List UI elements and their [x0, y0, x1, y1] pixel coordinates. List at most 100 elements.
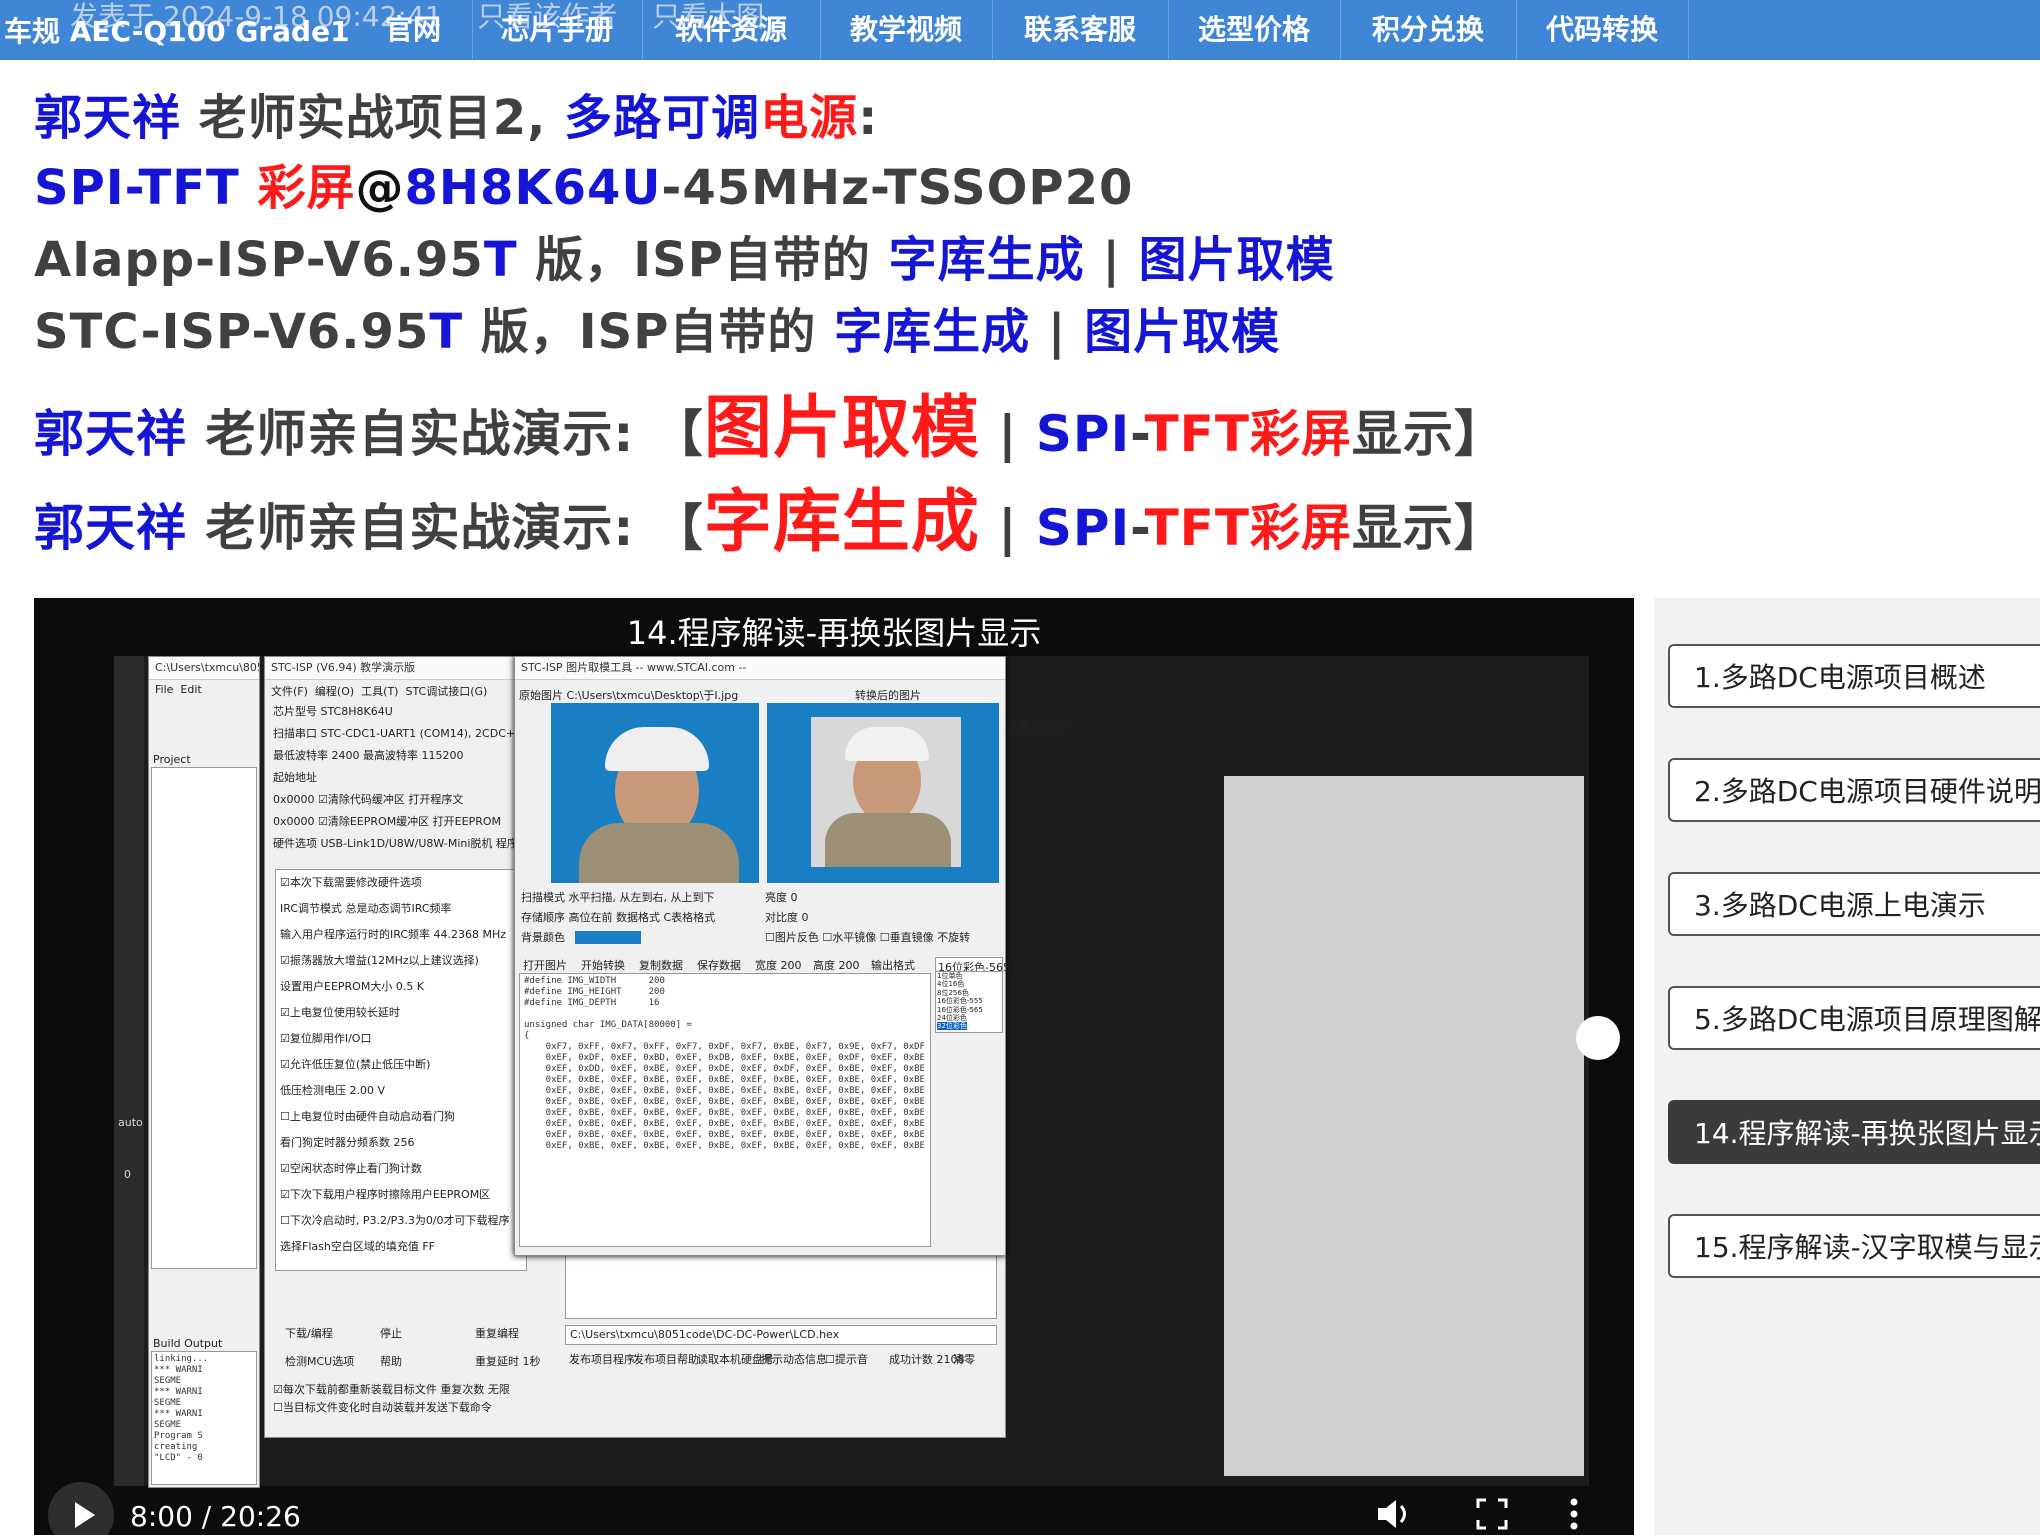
auto-label: auto	[118, 1116, 143, 1129]
image-tool-button[interactable]: 开始转换	[581, 957, 625, 973]
isp-option-row: ☑上电复位使用较长延时	[280, 1006, 400, 1019]
color-screen-link[interactable]: 彩屏	[257, 160, 355, 216]
isp-option-row: ☑振荡器放大增益(12MHz以上建议选择)	[280, 954, 479, 967]
isp-option-row: ☑复位脚用作I/O口	[280, 1032, 372, 1045]
format-option[interactable]: 1位单色	[937, 972, 962, 980]
image-tool-setting-row: 背景颜色	[521, 931, 565, 944]
isp-button[interactable]: ☑每次下载前都重新装载目标文件 重复次数 无限	[273, 1381, 510, 1397]
headline-text: -45MHz-TSSOP20	[661, 160, 1134, 216]
image-mod-link[interactable]: 图片取模	[1084, 304, 1280, 360]
headline-text: AIapp-ISP-V6.95	[34, 232, 484, 288]
fullscreen-button[interactable]	[1474, 1496, 1510, 1535]
isp-option-row: 输入用户程序运行时的IRC频率 44.2368 MHz	[280, 928, 507, 941]
log-button[interactable]: 发布项目帮助	[633, 1351, 699, 1367]
power-link[interactable]: 电源	[760, 90, 858, 146]
teacher-link[interactable]: 郭天祥	[34, 499, 187, 557]
headline-text: |	[979, 405, 1036, 463]
output-format-dropdown[interactable]: 1位单色 4位16色 8位256色 16位彩色-555 16位彩色-565 24位彩色 32…	[935, 971, 1003, 1033]
isp-button[interactable]: 下载/编程	[285, 1325, 333, 1341]
original-image-label: 原始图片 C:\Users\txmcu\Desktop\于I.jpg	[519, 689, 739, 702]
format-option[interactable]: 8位256色	[937, 989, 969, 997]
nav-item-software[interactable]: 软件资源	[642, 0, 821, 60]
isp-button[interactable]: 检测MCU选项	[285, 1353, 354, 1369]
isp-option-row: 低压检测电压 2.00 V	[280, 1084, 386, 1097]
camera-shutter-button[interactable]	[1576, 1016, 1620, 1060]
image-tool-button[interactable]: 宽度 200	[755, 957, 802, 973]
ide-menu: File Edit	[155, 683, 202, 696]
chip-link[interactable]: 8H8K64U	[404, 160, 661, 216]
image-tool-button[interactable]: 输出格式	[871, 957, 915, 973]
teacher-link[interactable]: 郭天祥	[34, 405, 187, 463]
nav-item-official[interactable]: 官网	[354, 0, 473, 60]
format-option[interactable]: 32位彩色	[937, 1022, 967, 1031]
isp-button[interactable]: 帮助	[380, 1353, 402, 1369]
background-color-swatch[interactable]	[575, 931, 641, 944]
isp-option-row: IRC调节模式 总是动态调节IRC频率	[280, 902, 452, 915]
spi-link[interactable]: SPI	[1036, 499, 1130, 557]
nav-item-support[interactable]: 联系客服	[992, 0, 1169, 60]
playlist-item[interactable]: 3.多路DC电源上电演示	[1668, 872, 2040, 936]
isp-setting-row: 最低波特率 2400 最高波特率 115200	[273, 749, 464, 762]
image-tool-button[interactable]: 高度 200	[813, 957, 860, 973]
playlist-item[interactable]: 15.程序解读-汉字取模与显示	[1668, 1214, 2040, 1278]
project-link[interactable]: 多路可调	[564, 90, 760, 146]
isp-button[interactable]: 重复编程	[475, 1325, 519, 1341]
format-option[interactable]: 4位16色	[937, 980, 964, 988]
image-mod-demo-link[interactable]: 图片取模	[704, 389, 980, 468]
video-frame: C:\Users\txmcu\805 File Edit Project Bui…	[114, 656, 1620, 1488]
playlist-item[interactable]: 5.多路DC电源项目原理图解...	[1668, 986, 2040, 1050]
image-tool-button[interactable]: 打开图片	[523, 957, 567, 973]
nav-item-pricing[interactable]: 选型价格	[1168, 0, 1341, 60]
font-gen-demo-link[interactable]: 字库生成	[704, 483, 980, 562]
tft-link[interactable]: TFT彩屏	[1145, 499, 1352, 557]
more-options-button[interactable]	[1566, 1494, 1582, 1535]
headline-text: |	[979, 499, 1036, 557]
format-option[interactable]: 16位彩色-565	[937, 1006, 983, 1014]
isp-setting-row: 扫描串口 STC-CDC1-UART1 (COM14), 2CDC+H	[273, 727, 524, 740]
converted-image-label: 转换后的图片	[855, 689, 921, 702]
isp-setting-row: 0x0000 ☑清除代码缓冲区 打开程序文	[273, 793, 464, 806]
ide-title: C:\Users\txmcu\805	[149, 657, 259, 680]
zero-label: 0	[124, 1168, 131, 1181]
ide-log: linking... *** WARNI SEGME *** WARNI SEG…	[154, 1354, 209, 1463]
log-button[interactable]: ☐提示音	[825, 1351, 868, 1367]
image-tool-button[interactable]: 保存数据	[697, 957, 741, 973]
image-mod-link[interactable]: 图片取模	[1139, 232, 1335, 288]
isp-button[interactable]: 停止	[380, 1325, 402, 1341]
log-button[interactable]: 提示动态信息	[761, 1351, 827, 1367]
video-player[interactable]: 14.程序解读-再换张图片显示 C:\Users\txmcu\805 File …	[34, 598, 1634, 1535]
isp-button[interactable]: ☐当目标文件变化时自动装载并发送下载命令	[273, 1399, 492, 1415]
isp-hex-path: C:\Users\txmcu\8051code\DC-DC-Power\LCD.…	[565, 1325, 997, 1345]
headline-6: 郭天祥 老师亲自实战演示: 【字库生成 | SPI-TFT彩屏显示】	[34, 466, 1505, 565]
nav-item-chip-manual[interactable]: 芯片手册	[472, 0, 643, 60]
isp-option-row: ☑允许低压复位(禁止低压中断)	[280, 1058, 431, 1071]
playlist-item[interactable]: 1.多路DC电源项目概述	[1668, 644, 2040, 708]
headline-text: 老师实战项目2,	[181, 90, 565, 146]
format-option[interactable]: 24位彩色	[937, 1014, 967, 1022]
nav-item-points[interactable]: 积分兑换	[1340, 0, 1517, 60]
teacher-link[interactable]: 郭天祥	[34, 90, 181, 146]
log-button[interactable]: 清零	[953, 1351, 975, 1367]
format-option[interactable]: 16位彩色-555	[937, 997, 983, 1005]
volume-icon	[1378, 1500, 1406, 1528]
volume-button[interactable]	[1374, 1496, 1414, 1535]
font-gen-link[interactable]: 字库生成	[889, 232, 1085, 288]
video-title: 14.程序解读-再换张图片显示	[626, 614, 1042, 652]
headline-text: 老师亲自实战演示: 【	[187, 405, 704, 463]
nav-item-videos[interactable]: 教学视频	[820, 0, 993, 60]
isp-button[interactable]: 重复延时 1秒	[475, 1353, 541, 1369]
tft-link[interactable]: TFT彩屏	[1145, 405, 1352, 463]
playlist-item-active[interactable]: 14.程序解读-再换张图片显示	[1668, 1100, 2040, 1164]
log-button[interactable]: 发布项目程序	[569, 1351, 635, 1367]
headline-1: 郭天祥 老师实战项目2, 多路可调电源:	[34, 78, 878, 148]
headline-2: SPI-TFT 彩屏@8H8K64U-45MHz-TSSOP20	[34, 148, 1133, 218]
video-playlist: 1.多路DC电源项目概述 2.多路DC电源项目硬件说明 3.多路DC电源上电演示…	[1654, 598, 2040, 1535]
image-tool-button[interactable]: 复制数据	[639, 957, 683, 973]
spi-link[interactable]: SPI	[1036, 405, 1130, 463]
spi-tft-link[interactable]: SPI-TFT	[34, 160, 257, 216]
nav-item-code-convert[interactable]: 代码转换	[1516, 0, 1689, 60]
isp-setting-row: 起始地址	[273, 771, 317, 784]
playlist-item[interactable]: 2.多路DC电源项目硬件说明	[1668, 758, 2040, 822]
font-gen-link[interactable]: 字库生成	[834, 304, 1030, 360]
play-button[interactable]	[48, 1482, 114, 1535]
